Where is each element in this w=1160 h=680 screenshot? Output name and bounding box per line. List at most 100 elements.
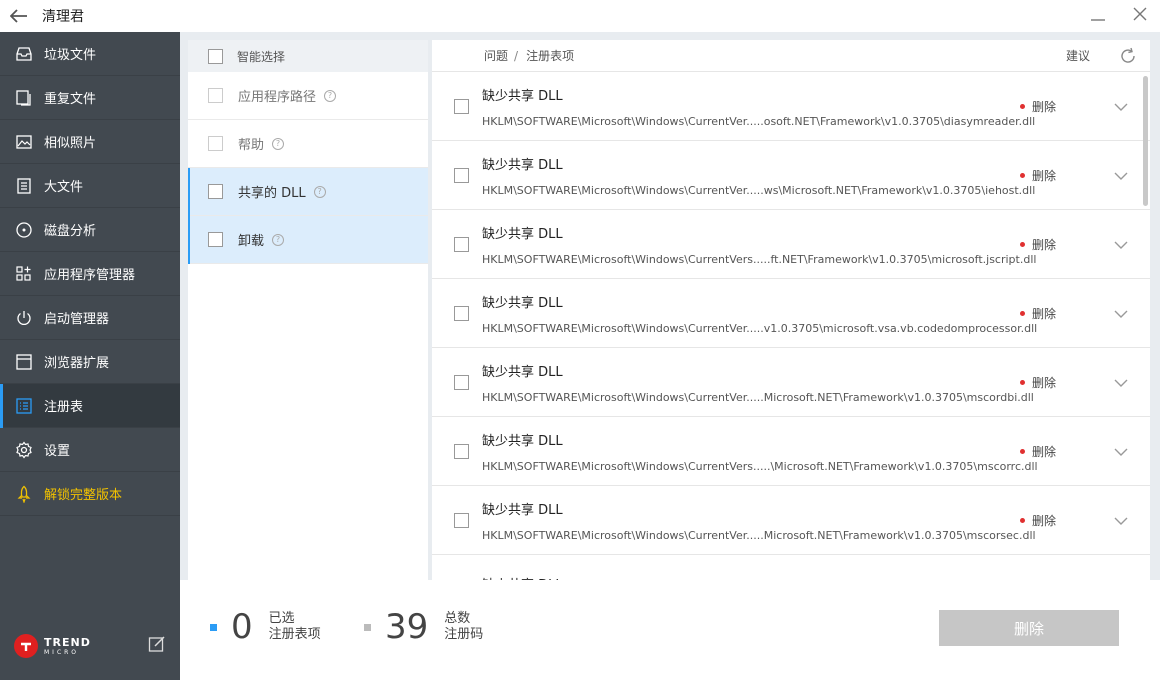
issue-action-label: 删除 [1031,168,1056,183]
issue-action: 删除 [1019,236,1056,253]
issue-path: HKLM\SOFTWARE\Microsoft\Windows\CurrentV… [482,390,1034,404]
browser-icon [14,352,34,372]
sidebar-item-label: 重复文件 [44,92,97,107]
selected-sublabel: 注册表项 [268,627,321,642]
issue-row[interactable]: 缺少共享 DLL HKLM\SOFTWARE\Microsoft\Windows\… [432,279,1150,348]
sidebar-item[interactable]: 设置 [0,428,180,472]
chevron-down-icon[interactable] [1114,99,1128,113]
smart-select-checkbox[interactable] [208,48,223,64]
minimize-button[interactable] [1088,6,1108,27]
close-button[interactable] [1130,6,1150,27]
issue-path: HKLM\SOFTWARE\Microsoft\Windows\CurrentV… [482,114,1036,128]
issue-path: HKLM\SOFTWARE\Microsoft\Windows\CurrentV… [482,459,1038,473]
issue-checkbox[interactable] [454,236,469,252]
help-icon[interactable]: ? [324,89,337,102]
document-icon [14,176,34,196]
category-item[interactable]: 共享的 DLL? [188,168,428,216]
issue-action: 删除 [1019,305,1056,322]
rocket-icon [14,484,34,504]
issue-list-header: 问题 / 注册表项 建议 [432,40,1150,72]
status-dot [1019,517,1025,523]
category-item[interactable]: 卸载? [188,216,428,264]
sidebar-item-label: 启动管理器 [44,312,110,327]
issue-action: 删除 [1019,167,1056,184]
status-dot [1019,172,1025,178]
category-label: 应用程序路径 [238,90,317,105]
sidebar-item[interactable]: 重复文件 [0,76,180,120]
issue-path: HKLM\SOFTWARE\Microsoft\Windows\CurrentV… [482,528,1036,542]
sidebar-item[interactable]: 解锁完整版本 [0,472,180,516]
issue-row[interactable]: 缺少共享 DLL HKLM\SOFTWARE\Microsoft\Windows\… [432,210,1150,279]
sidebar-item-label: 大文件 [44,180,84,195]
sidebar-item[interactable]: 相似照片 [0,120,180,164]
issue-action-label: 删除 [1031,375,1056,390]
issue-action-label: 删除 [1031,444,1056,459]
header-suggest-label: 建议 [1065,49,1090,63]
issue-row[interactable]: 缺少共享 DLL HKLM\SOFTWARE\Microsoft\Windows\… [432,417,1150,486]
total-label: 总数 [444,611,471,626]
issue-list-scrollbar[interactable] [1143,76,1148,206]
sidebar-item[interactable]: 大文件 [0,164,180,208]
smart-select-header[interactable]: 智能选择 [188,40,428,72]
category-panel: 智能选择 应用程序路径? 帮助? 共享的 DLL? 卸载? [188,40,428,580]
issue-row[interactable]: 缺少共享 DLL HKLM\SOFTWARE\Microsoft\Windows\… [432,486,1150,555]
issue-row[interactable]: 缺少共享 DLL HKLM\SOFTWARE\Microsoft\Windows\… [432,72,1150,141]
total-indicator [364,623,371,631]
issue-checkbox[interactable] [454,512,469,528]
status-dot [1019,241,1025,247]
issue-title: 缺少共享 DLL [482,364,563,380]
total-count: 39 [385,607,429,647]
chevron-down-icon[interactable] [1114,444,1128,458]
issue-action-label: 删除 [1031,99,1056,114]
sidebar-item[interactable]: 浏览器扩展 [0,340,180,384]
category-item[interactable]: 应用程序路径? [188,72,428,120]
issue-action-label: 删除 [1031,306,1056,321]
category-checkbox[interactable] [208,232,223,247]
chevron-down-icon[interactable] [1114,237,1128,251]
sidebar-item-label: 磁盘分析 [44,224,97,239]
feedback-edit-icon[interactable] [148,635,166,657]
help-icon[interactable]: ? [313,185,326,198]
issue-action: 删除 [1019,98,1056,115]
category-checkbox[interactable] [208,184,223,199]
sidebar-item[interactable]: 注册表 [0,384,180,428]
help-icon[interactable]: ? [272,137,285,150]
chevron-down-icon[interactable] [1114,375,1128,389]
sidebar-item-label: 浏览器扩展 [44,356,110,371]
sidebar-item[interactable]: 应用程序管理器 [0,252,180,296]
chevron-down-icon[interactable] [1114,168,1128,182]
issue-row[interactable]: 缺少共享 DLL HKLM\SOFTWARE\Microsoft\Windows\… [432,141,1150,210]
duplicate-icon [14,88,34,108]
issue-path: HKLM\SOFTWARE\Microsoft\Windows\CurrentV… [482,183,1036,197]
category-item[interactable]: 帮助? [188,120,428,168]
issue-row[interactable]: 缺少共享 DLL HKLM\SOFTWARE\Microsoft\Windows\… [432,348,1150,417]
sidebar-item[interactable]: 垃圾文件 [0,32,180,76]
refresh-icon[interactable] [1118,46,1138,66]
issue-checkbox[interactable] [454,305,469,321]
category-label: 帮助 [238,138,265,153]
status-dot [1019,448,1025,454]
sidebar-item-label: 解锁完整版本 [44,488,123,503]
help-icon[interactable]: ? [272,233,285,246]
issue-checkbox[interactable] [454,374,469,390]
category-checkbox[interactable] [208,88,223,103]
selected-label: 已选 [268,611,295,626]
issue-checkbox[interactable] [454,167,469,183]
sidebar-item[interactable]: 磁盘分析 [0,208,180,252]
back-arrow-icon[interactable] [0,0,38,32]
brand-line2: MICRO [44,648,80,656]
issue-action: 删除 [1019,512,1056,529]
issue-checkbox[interactable] [454,443,469,459]
delete-button[interactable]: 删除 [939,610,1119,646]
issue-title: 缺少共享 DLL [482,433,563,449]
issue-checkbox[interactable] [454,98,469,114]
category-label: 共享的 DLL [238,186,306,201]
chevron-down-icon[interactable] [1114,306,1128,320]
category-checkbox[interactable] [208,136,223,151]
apps-grid-icon [14,264,34,284]
issue-row[interactable]: 缺少共享 DLL [432,555,1150,580]
selected-stat: 0 已选 注册表项 [210,610,321,644]
sidebar-item[interactable]: 启动管理器 [0,296,180,340]
chevron-down-icon[interactable] [1114,513,1128,527]
issue-title: 缺少共享 DLL [482,226,563,242]
